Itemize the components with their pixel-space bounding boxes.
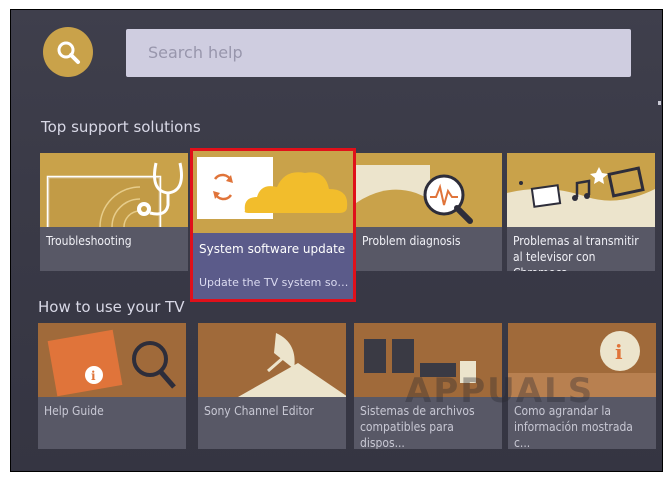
card-label: Problem diagnosis [362, 234, 461, 248]
software-update-art [193, 151, 353, 233]
chromecast-art [507, 153, 655, 227]
magnifier-waveform-icon [356, 165, 473, 224]
card-label: System software update [199, 242, 346, 256]
card-chromecast-problems[interactable]: Problemas al transmitir al televisor con… [507, 153, 655, 271]
channel-editor-art [198, 323, 346, 397]
problem-diagnosis-art [356, 153, 502, 227]
card-subtitle: Update the TV system softw... [199, 276, 351, 289]
edge-indicator [658, 101, 661, 105]
section-title-how-to: How to use your TV [38, 298, 185, 316]
search-button[interactable] [43, 27, 93, 77]
troubleshooting-art [40, 153, 188, 227]
card-label: Problemas al transmitir al televisor con… [513, 234, 639, 271]
tv-help-screen: Search help Top support solutions Troubl… [10, 9, 663, 472]
satellite-dish-icon [198, 323, 346, 397]
svg-text:i: i [615, 340, 623, 364]
svg-text:i: i [91, 369, 96, 383]
section-title-top-support: Top support solutions [41, 118, 201, 136]
cloud-refresh-icon [197, 157, 348, 219]
card-problem-diagnosis[interactable]: Problem diagnosis [356, 153, 502, 271]
card-label: Sony Channel Editor [204, 404, 314, 418]
search-input[interactable]: Search help [126, 29, 631, 77]
card-sony-channel-editor[interactable]: Sony Channel Editor [198, 323, 346, 449]
stethoscope-icon [46, 162, 183, 227]
card-troubleshooting[interactable]: Troubleshooting [40, 153, 188, 271]
card-label: Troubleshooting [46, 234, 132, 248]
search-icon [57, 41, 80, 64]
card-label: Help Guide [44, 404, 104, 418]
card-help-guide[interactable]: i Help Guide [38, 323, 186, 449]
film-music-icon [507, 166, 655, 227]
search-placeholder: Search help [148, 43, 243, 62]
card-system-software-update[interactable]: System software update Update the TV sys… [190, 148, 356, 302]
info-book-icon: i [38, 323, 186, 397]
help-guide-art: i [38, 323, 186, 397]
watermark: APPUALS [405, 371, 595, 411]
